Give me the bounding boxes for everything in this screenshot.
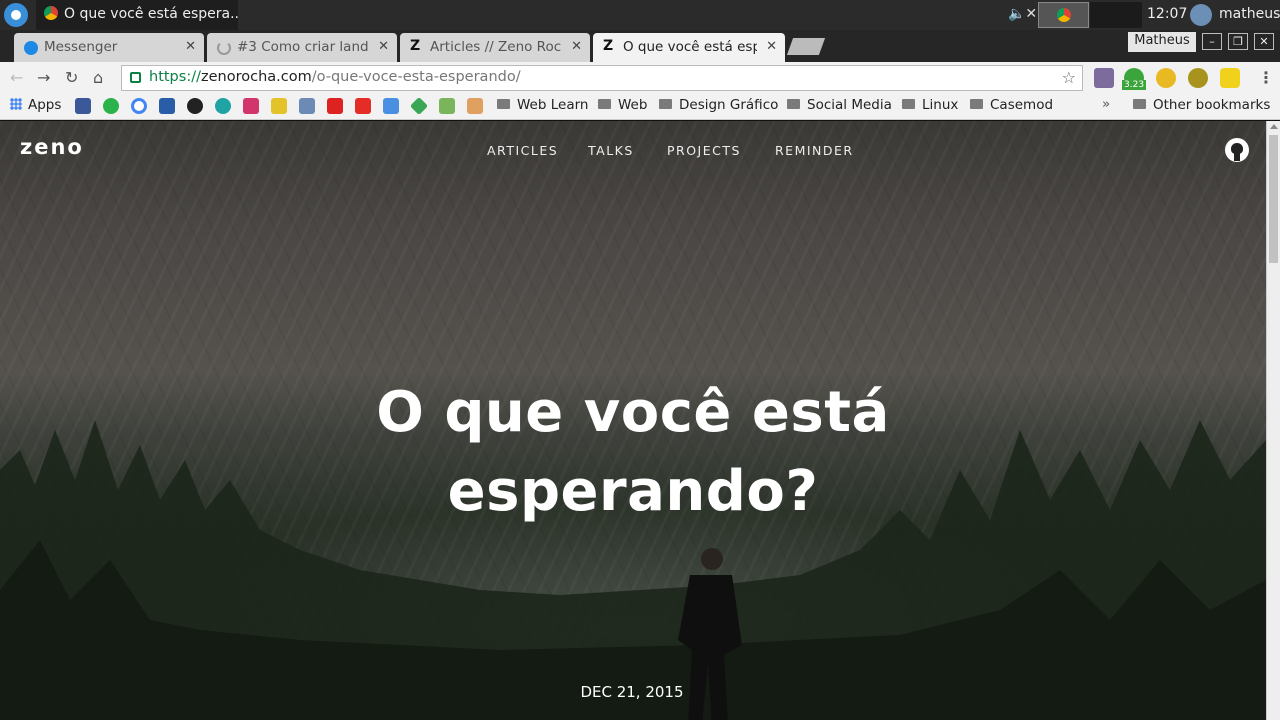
n-icon[interactable] (327, 98, 343, 114)
os-taskbar: O que você está espera... 🔈✕ 12:07 mathe… (0, 0, 1280, 30)
site-logo[interactable]: zeno (20, 135, 84, 159)
close-icon[interactable]: ✕ (766, 39, 777, 54)
close-icon[interactable]: ✕ (378, 39, 389, 54)
tray-chrome-button[interactable] (1038, 2, 1089, 28)
restore-icon[interactable]: ❐ (1228, 33, 1248, 50)
address-bar[interactable]: https://zenorocha.com/o-que-voce-esta-es… (121, 65, 1083, 91)
apps-grid-icon (10, 98, 22, 110)
css-icon[interactable] (159, 98, 175, 114)
post-title: O que você está esperando? (333, 373, 933, 531)
chrome-icon (1057, 8, 1071, 22)
v-icon[interactable] (271, 98, 287, 114)
youtube-icon[interactable] (355, 98, 371, 114)
url-host: zenorocha.com (200, 69, 312, 85)
extension-coin-icon[interactable] (1156, 68, 1176, 88)
photo-icon[interactable] (299, 98, 315, 114)
tab-messenger[interactable]: Messenger ✕ (14, 33, 204, 62)
bookmark-apps[interactable]: Apps (10, 97, 61, 113)
reload-icon[interactable]: ↻ (65, 68, 78, 87)
bookmark-apps-label: Apps (28, 97, 62, 113)
github-bookmark-icon[interactable] (187, 98, 203, 114)
profile-button[interactable]: Matheus (1128, 32, 1196, 52)
nav-articles[interactable]: ARTICLES (487, 143, 558, 158)
extension-highlighter-icon[interactable] (1220, 68, 1240, 88)
google-icon[interactable] (131, 98, 147, 114)
extension-badge: 3.23 (1122, 80, 1147, 90)
tab-current[interactable]: Z O que você está esp ✕ (593, 33, 785, 62)
tab-label: O que você está esp (623, 39, 757, 55)
taskbar-window-button[interactable]: O que você está espera... (36, 0, 238, 30)
chrome-icon (44, 6, 58, 20)
minimize-icon[interactable]: – (1202, 33, 1222, 50)
tab-articles[interactable]: Z Articles // Zeno Roch ✕ (400, 33, 590, 62)
hero-section: zeno ARTICLES TALKS PROJECTS REMINDER O … (0, 121, 1266, 720)
facebook-icon[interactable] (75, 98, 91, 114)
whatsapp-icon[interactable] (103, 98, 119, 114)
volume-muted-icon[interactable]: 🔈✕ (1008, 6, 1037, 22)
github-icon[interactable] (1225, 138, 1249, 162)
translate-icon[interactable] (383, 98, 399, 114)
bookmark-star-icon[interactable]: ☆ (1062, 68, 1076, 87)
tray-slot[interactable] (1090, 2, 1142, 28)
tab-strip: Messenger ✕ #3 Como criar landi ✕ Z Arti… (0, 30, 1280, 62)
os-menu-icon[interactable] (4, 3, 28, 27)
post-title-line1: O que você está (376, 380, 890, 445)
nav-talks[interactable]: TALKS (588, 143, 634, 158)
new-tab-button[interactable] (786, 38, 826, 55)
home-icon[interactable]: ⌂ (93, 68, 103, 87)
zeno-z-icon: Z (410, 38, 421, 54)
tab-landing[interactable]: #3 Como criar landi ✕ (207, 33, 397, 62)
browser-toolbar: ← → ↻ ⌂ https://zenorocha.com/o-que-voce… (0, 62, 1280, 94)
extension-dropper-icon[interactable] (1094, 68, 1114, 88)
scroll-thumb[interactable] (1269, 135, 1278, 263)
loading-icon (217, 41, 231, 55)
post-title-line2: esperando? (447, 459, 819, 524)
url-path: /o-que-voce-esta-esperando/ (311, 69, 521, 85)
post-date: DEC 21, 2015 (580, 683, 684, 701)
tab-label: Articles // Zeno Roch (430, 39, 562, 55)
v-green-icon[interactable] (439, 98, 455, 114)
secure-lock-icon[interactable] (130, 72, 141, 83)
close-icon[interactable]: ✕ (571, 39, 582, 54)
taskbar-window-title: O que você está espera... (64, 6, 238, 22)
nav-reminder[interactable]: REMINDER (775, 143, 854, 158)
forward-icon[interactable]: → (37, 68, 50, 87)
tab-label: Messenger (44, 39, 118, 55)
back-icon[interactable]: ← (10, 68, 23, 87)
user-avatar-icon[interactable] (1190, 4, 1212, 26)
extension-info-icon[interactable] (1188, 68, 1208, 88)
url-scheme: https:// (149, 69, 201, 85)
scroll-up-icon[interactable] (1270, 124, 1278, 129)
window-close-icon[interactable]: ✕ (1254, 33, 1274, 50)
close-icon[interactable]: ✕ (185, 39, 196, 54)
nav-projects[interactable]: PROJECTS (667, 143, 741, 158)
browser-menu-icon[interactable]: ⋮ (1258, 68, 1274, 87)
tab-label: #3 Como criar landi (237, 39, 369, 55)
page-scrollbar[interactable] (1266, 121, 1280, 720)
zeno-z-icon: Z (603, 38, 614, 54)
user-name[interactable]: matheus (1219, 6, 1280, 22)
circle-app-icon[interactable] (215, 98, 231, 114)
todo-icon[interactable] (243, 98, 259, 114)
clock[interactable]: 12:07 (1147, 6, 1187, 22)
thumbs-up-icon[interactable] (467, 98, 483, 114)
messenger-icon (24, 41, 38, 55)
